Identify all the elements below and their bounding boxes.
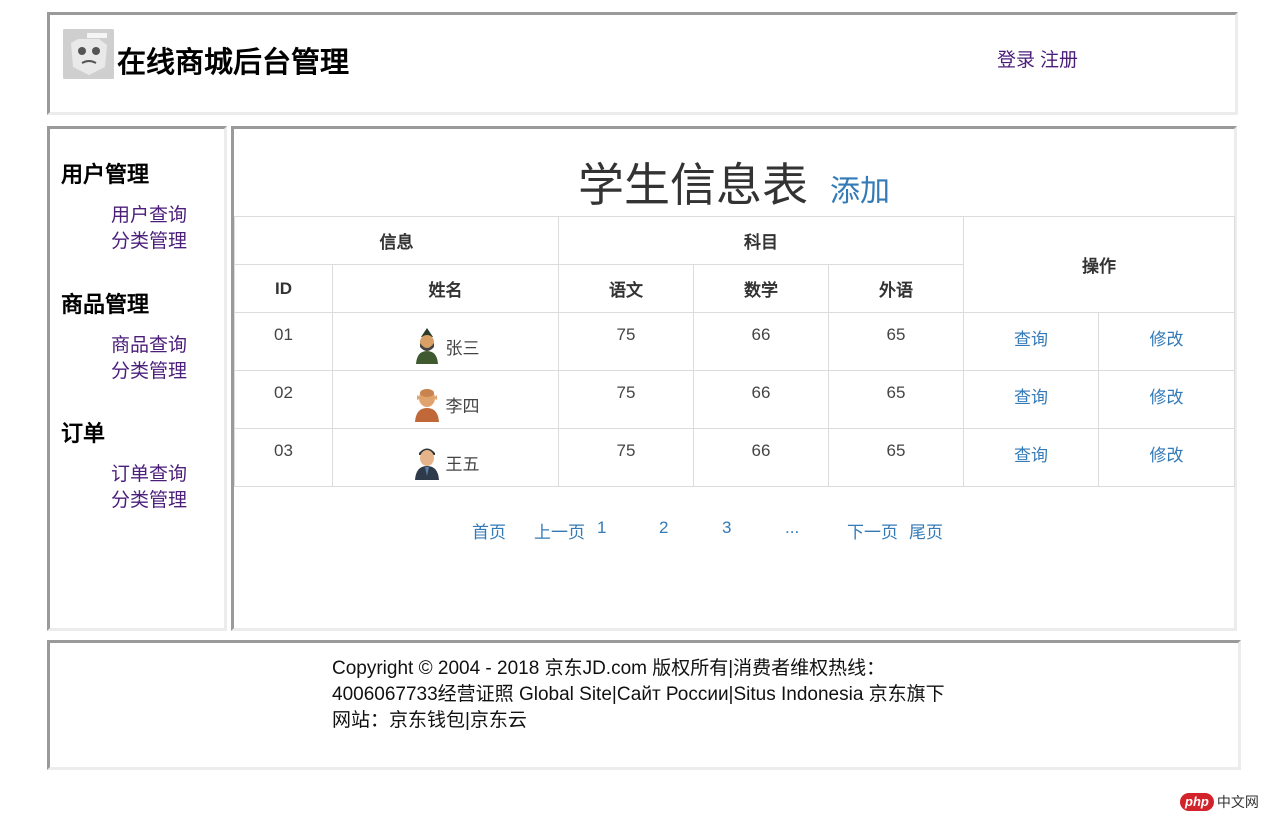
pager-page-1[interactable]: 1: [597, 518, 606, 538]
header-group-info: 信息: [234, 216, 559, 265]
edit-link[interactable]: 修改: [1098, 370, 1236, 429]
cell-name: 王五: [332, 428, 559, 487]
cell-english: 65: [827, 370, 965, 429]
sidebar-item-user-query[interactable]: 用户查询: [111, 203, 187, 229]
cell-english: 65: [827, 312, 965, 371]
student-table: 信息 科目 操作 ID 姓名 语文 数学 外语 01 张三 75 66 65 查…: [234, 216, 1236, 487]
copyright-text: Copyright © 2004 - 2018 京东JD.com 版权所有|消费…: [332, 658, 945, 731]
cell-math: 66: [693, 370, 829, 429]
sidebar-heading: 用户管理: [61, 162, 150, 187]
sidebar-section-products: 商品管理 商品查询 分类管理: [61, 287, 187, 385]
query-link[interactable]: 查询: [963, 370, 1100, 429]
pager-first[interactable]: 首页: [472, 518, 506, 543]
page-title: 学生信息表: [578, 159, 808, 211]
pagination: 首页 上一页 1 2 3 ... 下一页 尾页: [234, 518, 1234, 543]
table-title-bar: 学生信息表 添加: [234, 149, 1234, 215]
site-title: 在线商城后台管理: [117, 47, 350, 79]
column-header-name: 姓名: [332, 264, 559, 313]
column-header-id: ID: [234, 264, 333, 313]
query-link[interactable]: 查询: [963, 312, 1100, 371]
sidebar-item-order-query[interactable]: 订单查询: [111, 462, 187, 488]
column-header-math: 数学: [693, 264, 829, 313]
avatar-icon: [412, 443, 442, 481]
sidebar-heading: 订单: [61, 421, 106, 446]
cell-chinese: 75: [558, 428, 694, 487]
register-link[interactable]: 注册: [1040, 50, 1078, 71]
avatar-icon: [412, 327, 442, 365]
edit-link[interactable]: 修改: [1098, 312, 1236, 371]
cell-math: 66: [693, 428, 829, 487]
cell-id: 02: [234, 370, 333, 429]
column-header-english: 外语: [827, 264, 965, 313]
sidebar: 用户管理 用户查询 分类管理 商品管理 商品查询 分类管理 订单 订单查询 分类…: [47, 126, 227, 631]
table-row: 02 李四 75 66 65 查询 修改: [234, 370, 1236, 429]
student-name: 李四: [445, 396, 480, 416]
header-group-subjects: 科目: [557, 216, 965, 265]
edit-link[interactable]: 修改: [1098, 428, 1236, 487]
sidebar-item-order-category[interactable]: 分类管理: [111, 488, 187, 514]
footer: Copyright © 2004 - 2018 京东JD.com 版权所有|消费…: [47, 640, 1241, 770]
cell-math: 66: [693, 312, 829, 371]
sidebar-item-product-query[interactable]: 商品查询: [111, 333, 187, 359]
watermark-text: 中文网: [1216, 794, 1259, 810]
student-name: 张三: [445, 338, 480, 358]
cell-id: 01: [234, 312, 333, 371]
pager-ellipsis: ...: [785, 518, 800, 537]
header: 在线商城后台管理 登录 注册: [47, 12, 1238, 115]
sidebar-item-user-category[interactable]: 分类管理: [111, 229, 187, 255]
pager-page-3[interactable]: 3: [722, 518, 731, 538]
sidebar-item-product-category[interactable]: 分类管理: [111, 359, 187, 385]
pager-page-2[interactable]: 2: [659, 518, 668, 538]
avatar-icon: [412, 385, 442, 423]
cell-chinese: 75: [558, 312, 694, 371]
cell-id: 03: [234, 428, 333, 487]
pager-prev[interactable]: 上一页: [534, 518, 585, 543]
add-button[interactable]: 添加: [830, 175, 890, 208]
cell-name: 张三: [332, 312, 559, 371]
cell-chinese: 75: [558, 370, 694, 429]
student-name: 王五: [445, 454, 480, 474]
pager-next[interactable]: 下一页: [847, 518, 898, 543]
login-link[interactable]: 登录: [997, 50, 1035, 71]
site-logo-icon: [63, 29, 114, 79]
sidebar-section-users: 用户管理 用户查询 分类管理: [61, 157, 187, 255]
table-row: 03 王五 75 66 65 查询 修改: [234, 428, 1236, 487]
column-header-chinese: 语文: [558, 264, 694, 313]
auth-links: 登录 注册: [997, 45, 1078, 72]
header-group-actions: 操作: [963, 216, 1236, 313]
cell-name: 李四: [332, 370, 559, 429]
sidebar-heading: 商品管理: [61, 292, 150, 317]
php-logo-icon: php: [1180, 793, 1214, 811]
main-content: 学生信息表 添加 信息 科目 操作 ID 姓名 语文 数学 外语 01 张三 7…: [231, 126, 1237, 631]
watermark: php 中文网: [1180, 790, 1259, 814]
pager-last[interactable]: 尾页: [909, 518, 943, 543]
sidebar-section-orders: 订单 订单查询 分类管理: [61, 416, 187, 514]
cell-english: 65: [827, 428, 965, 487]
query-link[interactable]: 查询: [963, 428, 1100, 487]
table-row: 01 张三 75 66 65 查询 修改: [234, 312, 1236, 371]
